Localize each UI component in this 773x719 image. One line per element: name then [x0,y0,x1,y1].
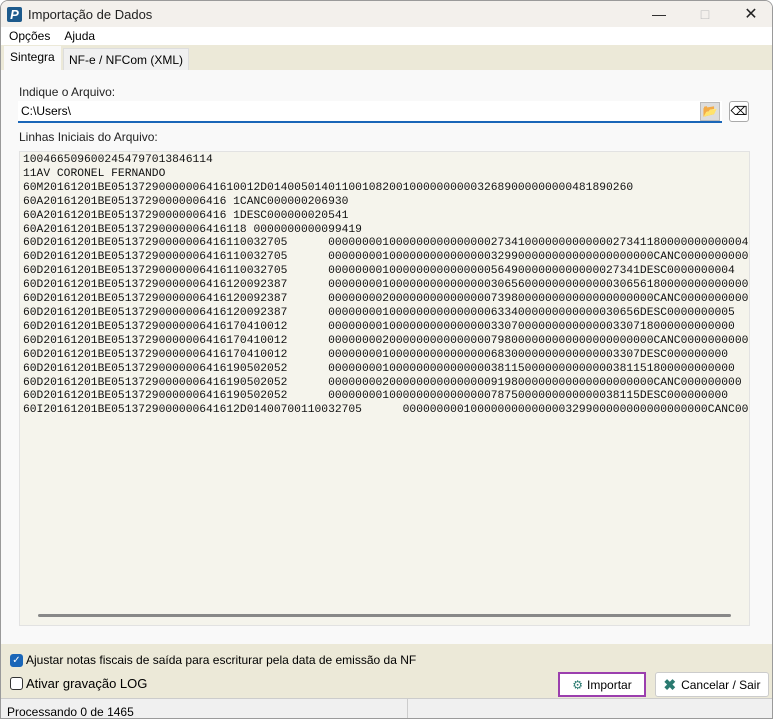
horizontal-scrollbar[interactable] [20,611,749,619]
preview-line: 1004665096002454797013846114 [23,154,213,166]
window-title: Importação de Dados [28,6,153,22]
cancel-x-icon: ✖ [663,676,677,694]
checkbox-unchecked-icon[interactable] [10,677,23,690]
file-path-input[interactable] [18,101,688,121]
checkbox-checked-icon[interactable]: ✓ [10,653,23,667]
preview-lines: 1004665096002454797013846114 11AV CORONEL… [20,152,749,420]
import-window: P Importação de Dados — □ ✕ Opções Ajuda… [0,0,773,719]
preview-line: 60D20161201BE05137290000006416190502052 … [23,362,735,375]
status-bar: Processando 0 de 1465 [1,698,772,719]
menu-opcoes[interactable]: Opções [9,29,50,43]
eraser-icon[interactable]: ⌫ [729,101,749,122]
status-text: Processando 0 de 1465 [7,705,134,719]
minimize-button[interactable]: — [636,1,682,27]
tab-sintegra[interactable]: Sintegra [4,46,61,70]
preview-line: 60A20161201BE05137290000006416 1CANC0000… [23,195,349,208]
preview-line: 60D20161201BE05137290000006416120092387 … [23,306,735,319]
preview-line: 60D20161201BE05137290000006416110032705 … [23,265,735,278]
maximize-button[interactable]: □ [682,1,728,27]
preview-line: 60I20161201BE0513729000000641612D0140070… [23,404,750,417]
preview-line: 60D20161201BE05137290000006416190502052 … [23,376,742,389]
preview-line: 60D20161201BE05137290000006416110032705 … [23,251,750,264]
title-bar: P Importação de Dados — □ ✕ [1,1,772,27]
preview-line: 60D20161201BE05137290000006416170410012 … [23,334,749,347]
preview-line: 60A20161201BE05137290000006416118 000000… [23,223,362,236]
file-path-field[interactable]: 📂 [18,101,722,123]
tab-strip: Sintegra NF-e / NFCom (XML) [1,45,772,70]
tab-nfe-xml[interactable]: NF-e / NFCom (XML) [63,48,189,70]
import-button[interactable]: ⚙ Importar [558,672,646,697]
preview-line: 60D20161201BE05137290000006416120092387 … [23,279,750,292]
menu-bar: Opções Ajuda [1,27,772,45]
open-folder-icon[interactable]: 📂 [700,102,720,121]
preview-line: 60D20161201BE05137290000006416190502052 … [23,390,729,403]
adjust-label: Ajustar notas fiscais de saída para escr… [26,653,417,667]
preview-line: 60D20161201BE05137290000006416170410012 … [23,320,735,333]
adjust-checkbox[interactable]: ✓ Ajustar notas fiscais de saída para es… [10,653,416,667]
preview-line: 60A20161201BE05137290000006416 1DESC0000… [23,209,349,222]
import-label: Importar [587,677,632,692]
close-button[interactable]: ✕ [728,1,772,27]
cancel-button[interactable]: ✖ Cancelar / Sair [655,672,769,697]
file-label: Indique o Arquivo: [19,85,116,99]
scrollbar-thumb[interactable] [38,614,731,617]
preview-line: 60D20161201BE05137290000006416120092387 … [23,293,750,306]
preview-line: 60D20161201BE05137290000006416170410012 … [23,348,729,361]
preview-label: Linhas Iniciais do Arquivo: [19,130,158,144]
import-icon: ⚙ [572,677,584,692]
preview-line: 11AV CORONEL FERNANDO [23,167,166,180]
file-preview[interactable]: 1004665096002454797013846114 11AV CORONEL… [19,151,750,626]
menu-ajuda[interactable]: Ajuda [64,29,95,43]
status-divider [407,698,408,718]
preview-line: 60D20161201BE05137290000006416110032705 … [23,237,749,250]
log-label: Ativar gravação LOG [26,676,148,691]
cancel-label: Cancelar / Sair [681,677,761,692]
preview-line: 60M20161201BE0513729000000641610012D0140… [23,181,634,194]
app-icon: P [7,6,22,22]
log-checkbox[interactable]: Ativar gravação LOG [10,676,147,691]
